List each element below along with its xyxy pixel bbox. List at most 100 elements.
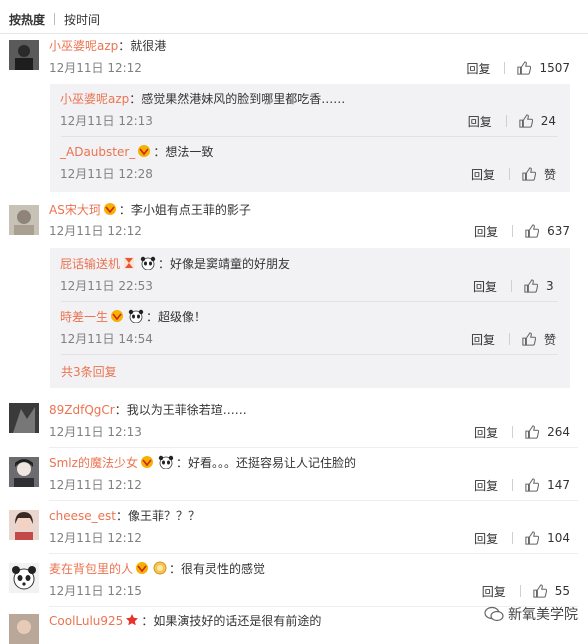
divider xyxy=(512,479,514,491)
sort-bar: 按热度 按时间 xyxy=(9,10,100,28)
username-link[interactable]: 小巫婆呢azp xyxy=(60,92,129,106)
comment-line: Smlz的魔法少女 ：好看。。。还挺容易让人记住脸的 xyxy=(49,454,578,472)
divider xyxy=(511,280,512,292)
thumbs-up-icon[interactable] xyxy=(519,114,533,128)
vip-badge-icon xyxy=(138,145,151,157)
reply-text: ：感觉果然港妹风的脸到哪里都吃香…… xyxy=(129,92,346,106)
thumbs-up-icon[interactable] xyxy=(525,531,540,545)
divider xyxy=(512,426,514,438)
reply-button[interactable]: 回复 xyxy=(466,60,490,77)
reply-button[interactable]: 回复 xyxy=(468,113,492,130)
divider xyxy=(61,136,558,137)
avatar[interactable] xyxy=(9,40,39,70)
reply-button[interactable]: 回复 xyxy=(482,583,506,600)
medal-badge-icon xyxy=(153,561,167,575)
avatar[interactable] xyxy=(9,563,39,593)
comment-line: 小巫婆呢azp：就很港 xyxy=(49,37,578,55)
comment-line: cheese_est：像王菲？？？ xyxy=(49,507,578,525)
sort-by-hot-tab[interactable]: 按热度 xyxy=(9,11,45,28)
star-badge-icon xyxy=(126,614,139,626)
divider xyxy=(519,585,521,597)
panda-emoji-icon xyxy=(158,455,174,469)
thumbs-up-icon[interactable] xyxy=(525,478,540,492)
thumbs-up-icon[interactable] xyxy=(522,332,536,346)
avatar[interactable] xyxy=(9,614,39,644)
reply-line: 時差一生 ：超级像！ xyxy=(60,308,560,326)
sort-by-time-tab[interactable]: 按时间 xyxy=(64,11,100,28)
username-link[interactable]: Smlz的魔法少女 xyxy=(49,456,138,470)
avatar[interactable] xyxy=(9,205,39,235)
reply-button[interactable]: 回复 xyxy=(473,278,497,295)
comment-actions: 回复 147 xyxy=(474,476,570,494)
like-count: 1507 xyxy=(539,61,570,75)
comment-text: ：像王菲？？？ xyxy=(115,509,200,523)
reply-button[interactable]: 回复 xyxy=(474,530,498,547)
divider xyxy=(512,225,514,237)
reply-line: _ADaubster_ ：想法一致 xyxy=(60,143,560,161)
comment-actions: 回复 1507 xyxy=(466,59,570,77)
avatar[interactable] xyxy=(9,510,39,540)
comment-text: ：很有灵性的感觉 xyxy=(169,562,266,576)
reply-button[interactable]: 回复 xyxy=(474,424,498,441)
comment-line: AS宋大珂 ：李小姐有点王菲的影子 xyxy=(49,201,578,219)
panda-emoji-icon xyxy=(140,256,156,270)
comment-text: ：李小姐有点王菲的影子 xyxy=(118,203,251,217)
username-link[interactable]: CoolLulu925 xyxy=(49,614,123,628)
comment-text: ：好看。。。还挺容易让人记住脸的 xyxy=(175,456,356,470)
avatar[interactable] xyxy=(9,403,39,433)
divider xyxy=(61,301,558,302)
like-count: 104 xyxy=(547,531,570,545)
divider xyxy=(0,33,588,34)
thumbs-up-icon[interactable] xyxy=(525,425,540,439)
comment-line: 89ZdfQgCr：我以为王菲徐若瑄…… xyxy=(49,401,578,419)
comment-actions: 回复 55 xyxy=(482,582,570,600)
thumbs-up-icon[interactable] xyxy=(524,279,538,293)
thumbs-up-icon[interactable] xyxy=(533,584,547,598)
comment-text: ：就很港 xyxy=(118,39,167,53)
reply-button[interactable]: 回复 xyxy=(474,223,498,240)
more-replies-link[interactable]: 共3条回复 xyxy=(61,363,117,380)
like-count: 赞 xyxy=(543,332,556,347)
watermark-text: 新氧美学院 xyxy=(508,607,578,623)
thumbs-up-icon[interactable] xyxy=(522,167,536,181)
comment-actions: 回复 637 xyxy=(474,222,570,240)
divider xyxy=(54,13,56,25)
like-count: 3 xyxy=(546,279,554,293)
wechat-icon xyxy=(484,606,504,622)
like-count: 637 xyxy=(547,224,570,238)
thumbs-up-icon[interactable] xyxy=(525,224,540,238)
reply-button[interactable]: 回复 xyxy=(471,331,495,348)
reply-text: ：想法一致 xyxy=(153,145,214,159)
reply-button[interactable]: 回复 xyxy=(471,166,495,183)
divider xyxy=(512,532,514,544)
like-count: 55 xyxy=(554,584,570,598)
username-link[interactable]: 時差一生 xyxy=(60,310,108,324)
like-count: 147 xyxy=(547,478,570,492)
username-link[interactable]: AS宋大珂 xyxy=(49,203,101,217)
vip-badge-icon xyxy=(140,456,153,468)
reply-actions: 回复 赞 xyxy=(471,330,556,348)
username-link[interactable]: 89ZdfQgCr xyxy=(49,403,115,417)
username-link[interactable]: cheese_est xyxy=(49,509,116,523)
panda-emoji-icon xyxy=(128,309,144,323)
reply-line: 屁话输送机 ：好像是窦靖童的好朋友 xyxy=(60,255,560,273)
username-link[interactable]: 小巫婆呢azp xyxy=(49,39,118,53)
comment-line: 麦在背包里的人 ：很有灵性的感觉 xyxy=(49,560,578,578)
divider xyxy=(49,500,578,501)
username-link[interactable]: 屁话输送机 xyxy=(60,257,120,271)
reply-text: ：好像是窦靖童的好朋友 xyxy=(158,257,291,271)
like-count: 24 xyxy=(540,114,556,128)
reply-actions: 回复 24 xyxy=(468,112,556,130)
reply-actions: 回复 3 xyxy=(473,277,556,295)
reply-button[interactable]: 回复 xyxy=(474,477,498,494)
divider xyxy=(504,62,506,74)
divider xyxy=(505,115,507,127)
divider xyxy=(508,333,510,345)
avatar[interactable] xyxy=(9,457,39,487)
thumbs-up-icon[interactable] xyxy=(517,61,532,75)
divider xyxy=(508,168,510,180)
reply-text: ：超级像！ xyxy=(146,310,207,324)
username-link[interactable]: 麦在背包里的人 xyxy=(49,562,133,576)
like-count: 赞 xyxy=(543,167,556,182)
username-link[interactable]: _ADaubster_ xyxy=(60,145,135,159)
